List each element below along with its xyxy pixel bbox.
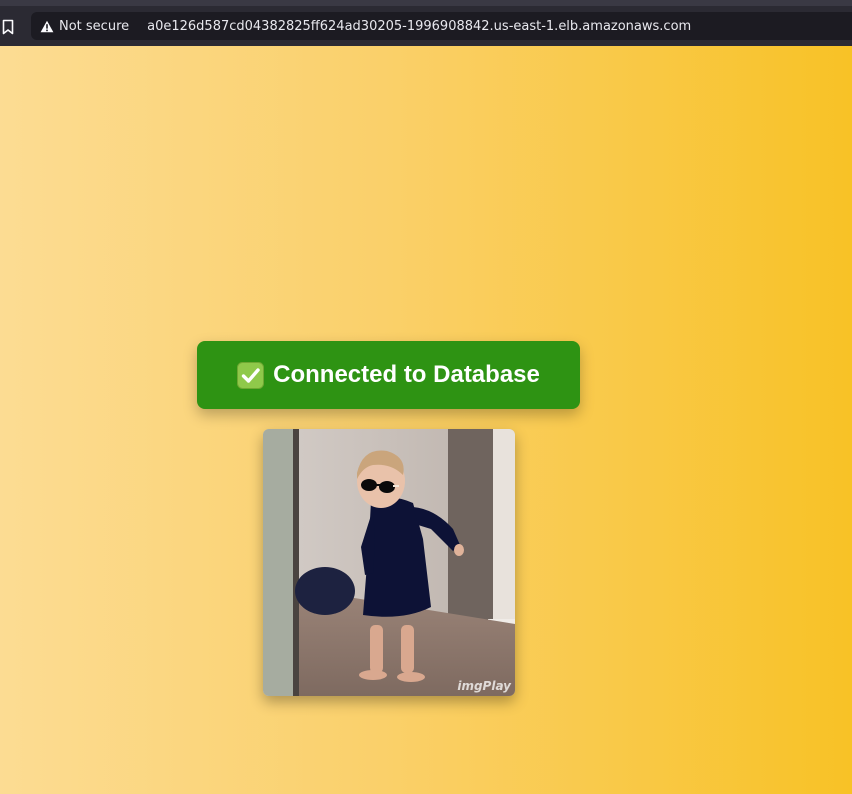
site-security-indicator[interactable]: Not secure <box>31 12 129 40</box>
dancing-toddler-gif: imgPlay <box>263 429 515 696</box>
gif-watermark: imgPlay <box>457 679 511 693</box>
page-content: Connected to Database imgPlay <box>0 46 852 794</box>
not-secure-label: Not secure <box>59 18 130 34</box>
browser-toolbar: Not secure a0e126d587cd04382825ff624ad30… <box>0 6 852 46</box>
gif-image <box>263 429 515 696</box>
status-badge: Connected to Database <box>197 341 580 409</box>
warning-icon <box>40 20 54 32</box>
address-bar[interactable]: Not secure a0e126d587cd04382825ff624ad30… <box>31 12 852 40</box>
bookmark-icon[interactable] <box>2 19 14 35</box>
check-mark-button-icon <box>237 361 265 389</box>
status-text: Connected to Database <box>273 361 540 388</box>
url-text[interactable]: a0e126d587cd04382825ff624ad30205-1996908… <box>147 19 691 34</box>
